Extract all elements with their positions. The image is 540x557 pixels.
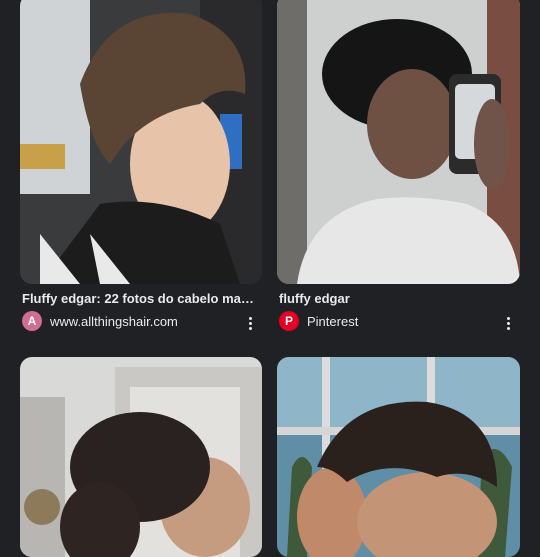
more-options-icon[interactable]: [240, 313, 260, 333]
result-source: www.allthingshair.com: [50, 313, 178, 329]
result-title[interactable]: fluffy edgar: [279, 291, 517, 306]
more-options-icon[interactable]: [498, 313, 518, 333]
result-thumbnail-1[interactable]: [20, 0, 262, 284]
allthingshair-favicon-icon: A: [22, 311, 42, 331]
result-source-row[interactable]: A www.allthingshair.com: [22, 311, 178, 331]
pinterest-favicon-icon: P: [279, 311, 299, 331]
result-source-row[interactable]: P Pinterest: [279, 311, 358, 331]
result-thumbnail-3[interactable]: [20, 357, 262, 557]
result-thumbnail-4[interactable]: [277, 357, 520, 557]
result-source: Pinterest: [307, 313, 359, 329]
result-thumbnail-2[interactable]: [277, 0, 520, 284]
result-title[interactable]: Fluffy edgar: 22 fotos do cabelo masc...: [22, 291, 260, 306]
